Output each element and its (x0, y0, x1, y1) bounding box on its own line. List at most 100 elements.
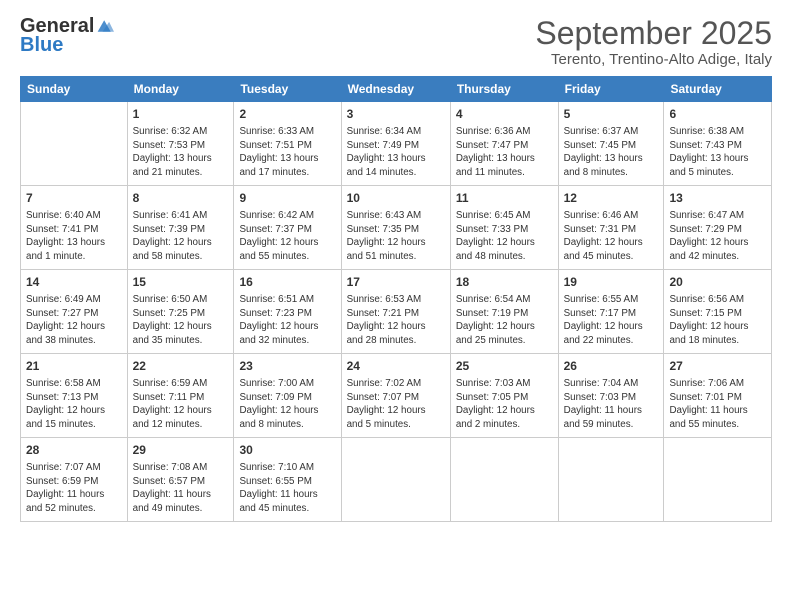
day-info: Sunrise: 6:58 AMSunset: 7:13 PMDaylight:… (26, 377, 122, 431)
day-number: 23 (239, 358, 335, 375)
day-number: 18 (456, 274, 553, 291)
day-number: 29 (133, 442, 229, 459)
day-number: 11 (456, 190, 553, 207)
calendar-cell: 20Sunrise: 6:56 AMSunset: 7:15 PMDayligh… (664, 270, 772, 354)
day-info: Sunrise: 6:34 AMSunset: 7:49 PMDaylight:… (347, 125, 445, 179)
day-number: 22 (133, 358, 229, 375)
day-number: 12 (564, 190, 659, 207)
calendar-cell: 2Sunrise: 6:33 AMSunset: 7:51 PMDaylight… (234, 102, 341, 186)
col-header-wednesday: Wednesday (341, 77, 450, 102)
day-number: 5 (564, 106, 659, 123)
day-info: Sunrise: 7:08 AMSunset: 6:57 PMDaylight:… (133, 461, 229, 515)
day-info: Sunrise: 7:06 AMSunset: 7:01 PMDaylight:… (669, 377, 766, 431)
calendar-cell: 24Sunrise: 7:02 AMSunset: 7:07 PMDayligh… (341, 354, 450, 438)
col-header-sunday: Sunday (21, 77, 128, 102)
calendar-cell: 5Sunrise: 6:37 AMSunset: 7:45 PMDaylight… (558, 102, 664, 186)
page: General Blue September 2025 Terento, Tre… (0, 0, 792, 612)
calendar-cell: 12 Sunrise: 6:46 AMSunset: 7:31 PMDayligh… (558, 186, 664, 270)
logo: General Blue (20, 16, 114, 57)
day-number: 8 (133, 190, 229, 207)
day-number: 26 (564, 358, 659, 375)
day-info: Sunrise: 6:40 AMSunset: 7:41 PMDaylight:… (26, 209, 122, 263)
calendar-cell: 10Sunrise: 6:43 AMSunset: 7:35 PMDayligh… (341, 186, 450, 270)
day-number: 16 (239, 274, 335, 291)
day-info: Sunrise: 7:04 AMSunset: 7:03 PMDaylight:… (564, 377, 659, 431)
calendar-cell: 29 Sunrise: 7:08 AMSunset: 6:57 PMDayligh… (127, 438, 234, 522)
day-info: Sunrise: 6:42 AMSunset: 7:37 PMDaylight:… (239, 209, 335, 263)
day-info: Sunrise: 7:00 AMSunset: 7:09 PMDaylight:… (239, 377, 335, 431)
calendar-cell: 26 Sunrise: 7:04 AMSunset: 7:03 PMDayligh… (558, 354, 664, 438)
calendar-cell: 27Sunrise: 7:06 AMSunset: 7:01 PMDayligh… (664, 354, 772, 438)
day-number: 15 (133, 274, 229, 291)
day-number: 4 (456, 106, 553, 123)
month-title: September 2025 (535, 16, 772, 51)
day-number: 10 (347, 190, 445, 207)
calendar-cell: 13 Sunrise: 6:47 AMSunset: 7:29 PMDayligh… (664, 186, 772, 270)
day-number: 25 (456, 358, 553, 375)
col-header-thursday: Thursday (450, 77, 558, 102)
calendar-cell: 14Sunrise: 6:49 AMSunset: 7:27 PMDayligh… (21, 270, 128, 354)
calendar-header-row: SundayMondayTuesdayWednesdayThursdayFrid… (21, 77, 772, 102)
day-info: Sunrise: 6:51 AMSunset: 7:23 PMDaylight:… (239, 293, 335, 347)
calendar-cell: 21 Sunrise: 6:58 AMSunset: 7:13 PMDayligh… (21, 354, 128, 438)
day-number: 6 (669, 106, 766, 123)
day-info: Sunrise: 7:03 AMSunset: 7:05 PMDaylight:… (456, 377, 553, 431)
day-info: Sunrise: 6:54 AMSunset: 7:19 PMDaylight:… (456, 293, 553, 347)
col-header-saturday: Saturday (664, 77, 772, 102)
col-header-monday: Monday (127, 77, 234, 102)
day-info: Sunrise: 6:45 AMSunset: 7:33 PMDaylight:… (456, 209, 553, 263)
calendar-cell: 4 Sunrise: 6:36 AMSunset: 7:47 PMDaylight… (450, 102, 558, 186)
day-info: Sunrise: 6:55 AMSunset: 7:17 PMDaylight:… (564, 293, 659, 347)
calendar-week-row: 1 Sunrise: 6:32 AMSunset: 7:53 PMDaylight… (21, 102, 772, 186)
day-info: Sunrise: 6:53 AMSunset: 7:21 PMDaylight:… (347, 293, 445, 347)
title-block: September 2025 Terento, Trentino-Alto Ad… (535, 16, 772, 68)
location: Terento, Trentino-Alto Adige, Italy (535, 51, 772, 68)
calendar-cell: 11 Sunrise: 6:45 AMSunset: 7:33 PMDayligh… (450, 186, 558, 270)
day-info: Sunrise: 7:07 AMSunset: 6:59 PMDaylight:… (26, 461, 122, 515)
day-number: 1 (133, 106, 229, 123)
day-info: Sunrise: 6:59 AMSunset: 7:11 PMDaylight:… (133, 377, 229, 431)
day-number: 20 (669, 274, 766, 291)
calendar-cell: 9 Sunrise: 6:42 AMSunset: 7:37 PMDaylight… (234, 186, 341, 270)
calendar-week-row: 14Sunrise: 6:49 AMSunset: 7:27 PMDayligh… (21, 270, 772, 354)
day-number: 3 (347, 106, 445, 123)
day-info: Sunrise: 6:46 AMSunset: 7:31 PMDaylight:… (564, 209, 659, 263)
calendar-cell: 3 Sunrise: 6:34 AMSunset: 7:49 PMDaylight… (341, 102, 450, 186)
col-header-tuesday: Tuesday (234, 77, 341, 102)
day-number: 21 (26, 358, 122, 375)
calendar-cell: 6 Sunrise: 6:38 AMSunset: 7:43 PMDaylight… (664, 102, 772, 186)
calendar-cell (558, 438, 664, 522)
day-info: Sunrise: 6:38 AMSunset: 7:43 PMDaylight:… (669, 125, 766, 179)
calendar-cell: 1 Sunrise: 6:32 AMSunset: 7:53 PMDaylight… (127, 102, 234, 186)
day-info: Sunrise: 7:10 AMSunset: 6:55 PMDaylight:… (239, 461, 335, 515)
logo-icon (96, 17, 114, 35)
day-number: 9 (239, 190, 335, 207)
day-number: 2 (239, 106, 335, 123)
calendar-cell: 18 Sunrise: 6:54 AMSunset: 7:19 PMDayligh… (450, 270, 558, 354)
day-info: Sunrise: 6:50 AMSunset: 7:25 PMDaylight:… (133, 293, 229, 347)
calendar-cell: 8Sunrise: 6:41 AMSunset: 7:39 PMDaylight… (127, 186, 234, 270)
calendar-cell: 17Sunrise: 6:53 AMSunset: 7:21 PMDayligh… (341, 270, 450, 354)
calendar-cell (664, 438, 772, 522)
calendar-cell: 25 Sunrise: 7:03 AMSunset: 7:05 PMDayligh… (450, 354, 558, 438)
calendar-week-row: 28Sunrise: 7:07 AMSunset: 6:59 PMDayligh… (21, 438, 772, 522)
header: General Blue September 2025 Terento, Tre… (20, 16, 772, 68)
calendar-cell: 28Sunrise: 7:07 AMSunset: 6:59 PMDayligh… (21, 438, 128, 522)
calendar-cell: 30 Sunrise: 7:10 AMSunset: 6:55 PMDayligh… (234, 438, 341, 522)
calendar-cell (21, 102, 128, 186)
calendar-cell (450, 438, 558, 522)
day-info: Sunrise: 6:49 AMSunset: 7:27 PMDaylight:… (26, 293, 122, 347)
calendar-cell: 16 Sunrise: 6:51 AMSunset: 7:23 PMDayligh… (234, 270, 341, 354)
day-info: Sunrise: 6:32 AMSunset: 7:53 PMDaylight:… (133, 125, 229, 179)
calendar-cell (341, 438, 450, 522)
day-number: 30 (239, 442, 335, 459)
calendar-cell: 15 Sunrise: 6:50 AMSunset: 7:25 PMDayligh… (127, 270, 234, 354)
calendar: SundayMondayTuesdayWednesdayThursdayFrid… (20, 76, 772, 522)
day-number: 13 (669, 190, 766, 207)
day-info: Sunrise: 7:02 AMSunset: 7:07 PMDaylight:… (347, 377, 445, 431)
day-info: Sunrise: 6:36 AMSunset: 7:47 PMDaylight:… (456, 125, 553, 179)
calendar-cell: 7Sunrise: 6:40 AMSunset: 7:41 PMDaylight… (21, 186, 128, 270)
logo-blue-text: Blue (20, 34, 63, 56)
day-number: 19 (564, 274, 659, 291)
day-info: Sunrise: 6:47 AMSunset: 7:29 PMDaylight:… (669, 209, 766, 263)
